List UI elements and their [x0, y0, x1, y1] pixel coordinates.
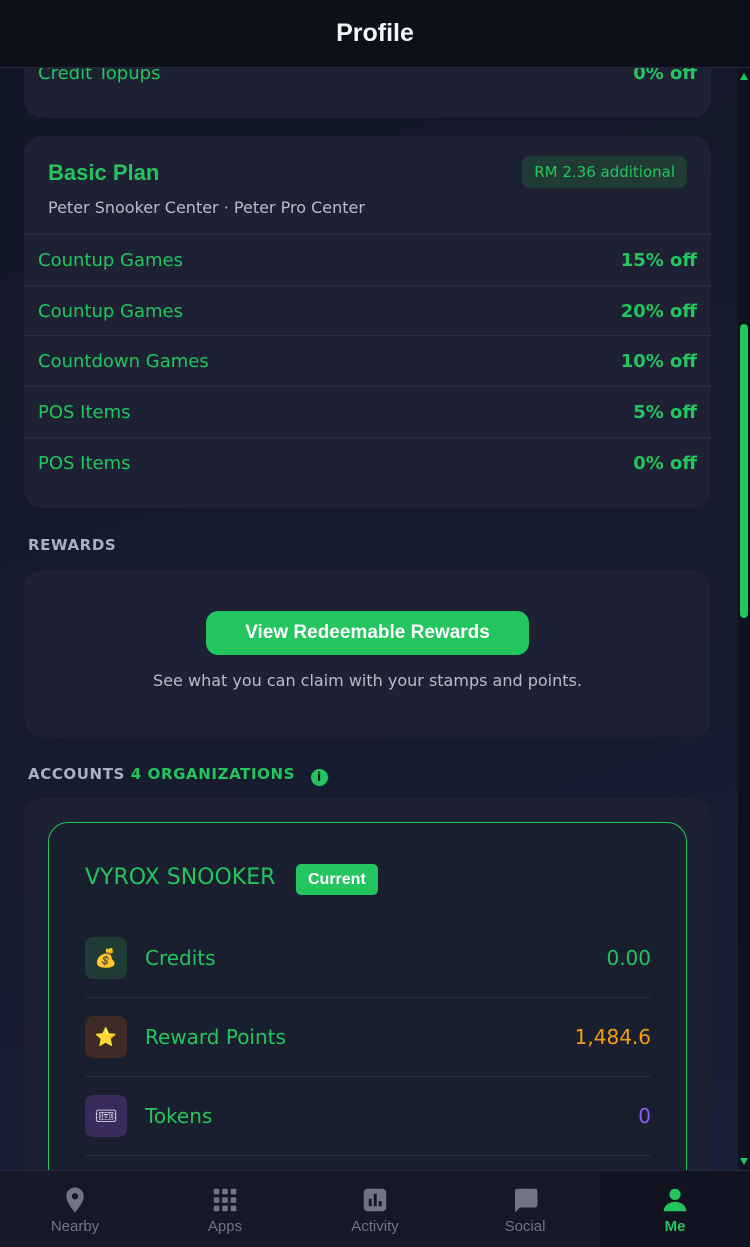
discount-label: Countup Games — [38, 300, 183, 322]
discount-row-credit-topups: Credit Topups 0% off — [24, 68, 711, 88]
discount-label: Countdown Games — [38, 350, 209, 372]
nav-item-apps[interactable]: Apps — [150, 1171, 300, 1247]
scroll-up-arrow-icon[interactable] — [740, 73, 748, 80]
discount-value: 5% off — [633, 401, 697, 423]
account-value: 0.00 — [606, 946, 651, 970]
discount-label: Credit Topups — [38, 68, 161, 84]
discount-value: 0% off — [633, 68, 697, 84]
accounts-section-label: ACCOUNTS 4 ORGANIZATIONS i — [28, 765, 328, 786]
page-title: Profile — [336, 19, 414, 47]
previous-plan-card: Credit Topups 0% off — [24, 68, 711, 118]
account-row-tokens[interactable]: 🎟 Tokens 0 — [85, 1077, 651, 1156]
organization-card[interactable]: VYROX SNOOKER Current 💰 Credits 0.00 ⭐ R… — [48, 822, 687, 1170]
discount-value: 0% off — [633, 452, 697, 474]
plan-locations: Peter Snooker Center · Peter Pro Center — [48, 198, 365, 217]
discount-row: Countdown Games 10% off — [24, 335, 711, 386]
view-rewards-button[interactable]: View Redeemable Rewards — [206, 611, 529, 655]
discount-label: Countup Games — [38, 249, 183, 271]
nav-item-me[interactable]: Me — [600, 1171, 750, 1247]
money-bag-icon: 💰 — [85, 937, 127, 979]
organizations-count: 4 ORGANIZATIONS — [130, 765, 296, 783]
account-value: 1,484.6 — [574, 1025, 651, 1049]
scroll-down-arrow-icon[interactable] — [740, 1158, 748, 1165]
nav-label: Apps — [207, 1217, 243, 1235]
discount-row: Countup Games 20% off — [24, 285, 711, 336]
chat-bubble-icon — [515, 1188, 538, 1212]
current-badge: Current — [296, 864, 378, 895]
discount-value: 20% off — [620, 300, 697, 322]
star-icon: ⭐ — [85, 1016, 127, 1058]
person-icon — [663, 1188, 687, 1211]
bar-chart-icon — [363, 1188, 387, 1211]
rewards-description: See what you can claim with your stamps … — [153, 671, 582, 690]
account-row-reward-points[interactable]: ⭐ Reward Points 1,484.6 — [85, 998, 651, 1077]
account-label: Reward Points — [145, 1025, 286, 1049]
basic-plan-card: Basic Plan RM 2.36 additional Peter Snoo… — [24, 136, 711, 508]
account-label: Tokens — [145, 1104, 213, 1128]
discount-value: 15% off — [620, 249, 697, 271]
scrollbar[interactable] — [738, 68, 750, 1170]
nav-item-nearby[interactable]: Nearby — [0, 1171, 150, 1247]
location-pin-icon — [66, 1187, 84, 1212]
scrollbar-thumb[interactable] — [740, 324, 748, 618]
info-icon[interactable]: i — [310, 768, 328, 786]
rewards-card: View Redeemable Rewards See what you can… — [24, 570, 711, 737]
nav-label: Activity — [351, 1217, 399, 1235]
accounts-card: VYROX SNOOKER Current 💰 Credits 0.00 ⭐ R… — [24, 798, 711, 1170]
accounts-label: ACCOUNTS — [28, 765, 125, 783]
account-value: 0 — [638, 1104, 651, 1128]
bottom-navigation: Nearby Apps Activity Social Me — [0, 1170, 750, 1247]
nav-item-social[interactable]: Social — [450, 1171, 600, 1247]
discount-label: POS Items — [38, 401, 131, 423]
discount-row: POS Items 5% off — [24, 386, 711, 437]
account-row-credits[interactable]: 💰 Credits 0.00 — [85, 919, 651, 998]
app-header: Profile — [0, 0, 750, 68]
discount-row: POS Items 0% off — [24, 437, 711, 488]
discount-label: POS Items — [38, 452, 131, 474]
grid-icon — [213, 1188, 237, 1211]
nav-label: Nearby — [50, 1217, 100, 1235]
plan-price-badge: RM 2.36 additional — [522, 156, 687, 188]
discount-row: Countup Games 15% off — [24, 234, 711, 285]
ticket-icon: 🎟 — [85, 1095, 127, 1137]
organization-name: VYROX SNOOKER — [85, 865, 276, 890]
nav-label: Me — [664, 1217, 686, 1235]
plan-title: Basic Plan — [48, 160, 160, 185]
nav-item-activity[interactable]: Activity — [300, 1171, 450, 1247]
account-label: Credits — [145, 946, 216, 970]
rewards-section-label: REWARDS — [28, 536, 117, 554]
discount-value: 10% off — [620, 350, 697, 372]
nav-label: Social — [504, 1217, 546, 1235]
scroll-content[interactable]: Credit Topups 0% off Basic Plan RM 2.36 … — [0, 68, 738, 1170]
